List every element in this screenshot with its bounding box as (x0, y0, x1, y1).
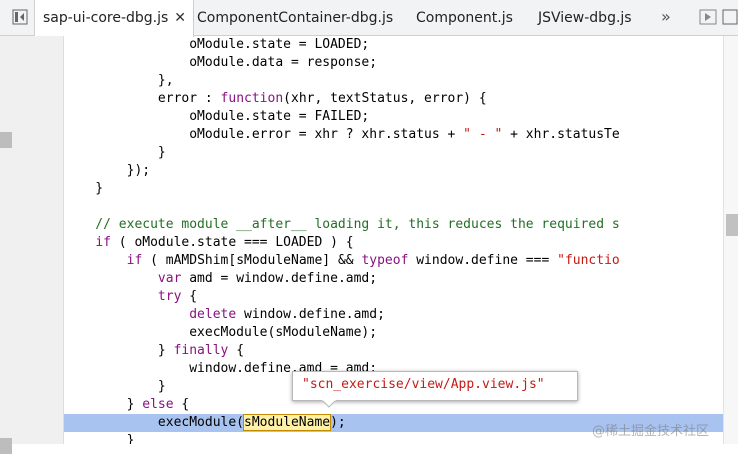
tab-label: ComponentContainer-dbg.js (197, 10, 394, 26)
code-text: var amd = window.define.amd; (157, 271, 378, 286)
code-line[interactable]: 15641 try { (64, 288, 724, 306)
code-text: } (64, 433, 135, 444)
code-line[interactable]: 15635 } (64, 180, 724, 198)
gutter-marker (0, 438, 12, 454)
code-text: } finally { (64, 343, 245, 358)
code-line[interactable]: 15632 oModule.error = xhr ? xhr.status +… (64, 126, 724, 144)
code-text: oModule.data = response; (64, 55, 378, 70)
toggle-panel-icon[interactable] (722, 9, 738, 25)
editor-tab-bar: sap-ui-core-dbg.js ✕ ComponentContainer-d… (0, 0, 738, 37)
code-text: } else { (64, 397, 190, 412)
code-line[interactable]: 15639 if ( mAMDShim[sModuleName] && type… (64, 252, 724, 270)
code-line[interactable]: 15637 // execute module __after__ loadin… (64, 216, 724, 234)
watermark: @稀土掘金技术社区 (592, 424, 710, 439)
navigator-toggle-icon[interactable] (12, 9, 28, 25)
line-number-gutter (0, 36, 64, 454)
tooltip-value: "scn_exercise/view/App.view.js" (302, 377, 545, 392)
code-text: } (64, 379, 166, 394)
code-text: execModule(sModuleName); (64, 325, 378, 340)
code-text: if ( oModule.state === LOADED ) { (95, 235, 354, 250)
code-line[interactable]: 15640 var amd = window.define.amd; (64, 270, 724, 288)
code-line[interactable]: 15627 oModule.state = LOADED; (64, 36, 724, 54)
code-text: } (64, 181, 104, 196)
tooltip-pointer (322, 400, 336, 408)
code-line[interactable]: 15630 error : function(xhr, textStatus, … (64, 90, 724, 108)
tab-label: Component.js (416, 10, 513, 26)
gutter-marker (0, 132, 12, 148)
scrollbar-thumb[interactable] (726, 214, 738, 236)
code-text: }); (64, 163, 151, 178)
tab-componentcontainer-dbg[interactable]: ComponentContainer-dbg.js (197, 0, 393, 36)
code-text: oModule.state = LOADED; (64, 37, 370, 52)
code-line[interactable]: 15636 (64, 198, 724, 216)
vertical-scrollbar[interactable] (723, 36, 738, 444)
close-tab-icon[interactable]: ✕ (174, 0, 186, 36)
code-text: }, (64, 73, 174, 88)
variable-value-tooltip: "scn_exercise/view/App.view.js" (292, 371, 578, 401)
run-snippet-icon[interactable] (699, 9, 717, 25)
code-text: oModule.error = xhr ? xhr.status + " - "… (64, 127, 620, 142)
code-text: try { (157, 289, 198, 304)
code-text: execModule(sModuleName); (64, 414, 346, 431)
code-text: error : function(xhr, textStatus, error)… (64, 91, 487, 106)
code-line[interactable]: 15634 }); (64, 162, 724, 180)
code-text: if ( mAMDShim[sModuleName] && typeof win… (126, 253, 620, 268)
tab-component[interactable]: Component.js (416, 0, 513, 36)
tab-label: sap-ui-core-dbg.js (43, 10, 169, 26)
code-line[interactable]: 15631 oModule.state = FAILED; (64, 108, 724, 126)
tab-overflow-button[interactable]: » (661, 0, 671, 36)
code-line[interactable]: 15644 } finally { (64, 342, 724, 360)
hovered-variable[interactable]: sModuleName (243, 414, 332, 431)
code-text: delete window.define.amd; (189, 307, 385, 322)
code-line[interactable]: 15642 delete window.define.amd; (64, 306, 724, 324)
tab-label: JSView-dbg.js (538, 10, 632, 26)
code-line[interactable]: 15638 if ( oModule.state === LOADED ) { (64, 234, 724, 252)
tab-jsview-dbg[interactable]: JSView-dbg.js (538, 0, 632, 36)
tab-sap-ui-core-dbg[interactable]: sap-ui-core-dbg.js ✕ (34, 0, 195, 37)
code-text: } (64, 145, 166, 160)
code-line[interactable]: 15643 execModule(sModuleName); (64, 324, 724, 342)
code-line[interactable]: 15633 } (64, 144, 724, 162)
code-line[interactable]: 15629 }, (64, 72, 724, 90)
code-text: oModule.state = FAILED; (64, 109, 370, 124)
code-line[interactable]: 15628 oModule.data = response; (64, 54, 724, 72)
code-comment: // execute module __after__ loading it, … (64, 217, 620, 232)
